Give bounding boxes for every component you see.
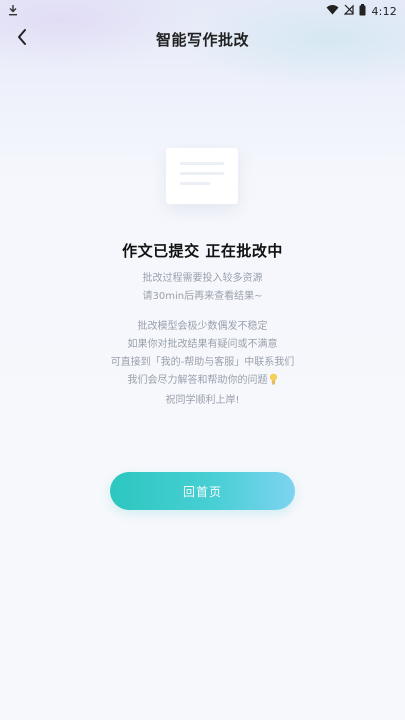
status-bar: 4:12	[0, 0, 405, 22]
disclaimer-note: 批改模型会极少数偶发不稳定 如果你对批改结果有疑问或不满意 可直接到「我的-帮助…	[0, 318, 405, 410]
status-left	[8, 4, 18, 19]
download-icon	[8, 4, 18, 19]
chevron-left-icon	[16, 28, 28, 50]
document-icon	[160, 140, 246, 220]
processing-note: 批改过程需要投入较多资源 请30min后再来查看结果~	[0, 270, 405, 306]
lightbulb-icon	[269, 373, 278, 392]
back-button[interactable]	[8, 25, 36, 53]
document-line	[180, 182, 210, 185]
disclaimer-line: 我们会尽力解答和帮助你的问题	[127, 375, 268, 386]
battery-icon	[359, 3, 366, 19]
disclaimer-line: 可直接到「我的-帮助与客服」中联系我们	[110, 357, 295, 368]
page: 4:12 智能写作批改 作文已提交 正在批改中 批改过程需要投入较多资源 请30…	[0, 0, 405, 720]
disclaimer-line: 批改模型会极少数偶发不稳定	[137, 321, 268, 332]
disclaimer-line: 祝同学顺利上岸!	[165, 395, 240, 406]
nav-bar: 智能写作批改	[0, 22, 405, 56]
disclaimer-line-with-bulb: 我们会尽力解答和帮助你的问题	[0, 372, 405, 392]
page-title: 智能写作批改	[155, 30, 249, 49]
status-time: 4:12	[371, 4, 397, 18]
processing-note-line: 请30min后再来查看结果~	[142, 291, 263, 302]
disclaimer-line: 如果你对批改结果有疑问或不满意	[127, 339, 278, 350]
status-right: 4:12	[326, 3, 397, 19]
processing-note-line: 批改过程需要投入较多资源	[142, 273, 263, 284]
no-sim-icon	[344, 4, 355, 18]
document-card	[166, 148, 238, 204]
wifi-icon	[326, 4, 339, 18]
document-line	[180, 172, 224, 175]
submission-headline: 作文已提交 正在批改中	[122, 242, 283, 260]
home-button[interactable]: 回首页	[110, 472, 295, 510]
document-line	[180, 162, 224, 165]
